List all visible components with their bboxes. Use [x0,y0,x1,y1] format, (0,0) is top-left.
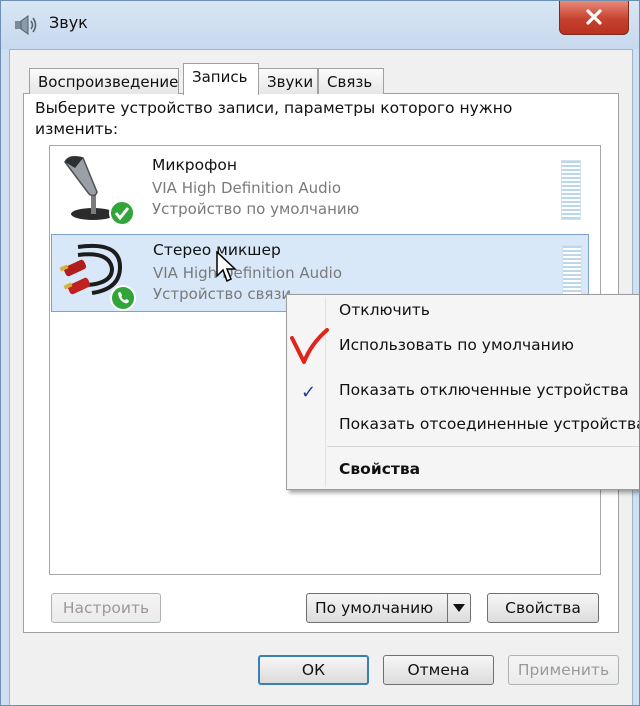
menu-item-properties[interactable]: Свойства [339,460,420,478]
set-default-split-button[interactable]: По умолчанию [306,593,471,623]
apply-button[interactable]: Применить [508,655,619,685]
device-driver: VIA High Definition Audio [152,179,341,197]
mouse-cursor-icon [216,251,237,283]
speaker-icon [15,15,37,35]
level-meter [561,160,581,220]
device-status: Устройство связи [153,285,292,303]
menu-gutter [325,297,326,487]
menu-separator [327,446,639,447]
ok-button[interactable]: ОК [258,655,369,685]
menu-item-disable[interactable]: Отключить [339,301,430,319]
check-icon: ✓ [301,382,317,403]
chevron-down-icon [453,604,465,612]
configure-button[interactable]: Настроить [51,593,161,623]
cancel-button[interactable]: Отмена [383,655,494,685]
red-checkmark-annotation-icon [290,328,329,364]
set-default-button-label: По умолчанию [315,599,434,617]
properties-button[interactable]: Свойства [487,593,599,623]
phone-badge-icon [110,285,136,311]
close-button[interactable] [559,1,629,35]
title-bar[interactable]: Звук [1,1,639,49]
check-badge-icon [109,200,135,226]
sound-dialog: Звук Воспроизведение Запись Звуки Связь … [0,0,640,706]
device-status: Устройство по умолчанию [152,200,360,218]
window-title: Звук [49,13,88,32]
tab-recording[interactable]: Запись [183,63,259,95]
tab-sounds[interactable]: Звуки [258,68,318,94]
device-name: Микрофон [152,156,238,174]
context-menu: Отключить Использовать по умолчанию ✓ По… [286,294,639,490]
menu-item-show-disconnected[interactable]: Показать отсоединенные устройства [339,415,639,433]
tab-playback[interactable]: Воспроизведение [29,68,179,94]
menu-item-set-default[interactable]: Использовать по умолчанию [339,336,574,354]
set-default-dropdown[interactable] [447,594,470,622]
tab-communications[interactable]: Связь [318,68,384,94]
close-icon [586,9,602,25]
menu-item-show-disabled[interactable]: Показать отключенные устройства [339,381,629,399]
instruction-text: Выберите устройство записи, параметры ко… [35,99,513,138]
device-driver: VIA High Definition Audio [153,264,342,282]
device-item-microphone[interactable]: Микрофон VIA High Definition Audio Устро… [51,150,589,228]
